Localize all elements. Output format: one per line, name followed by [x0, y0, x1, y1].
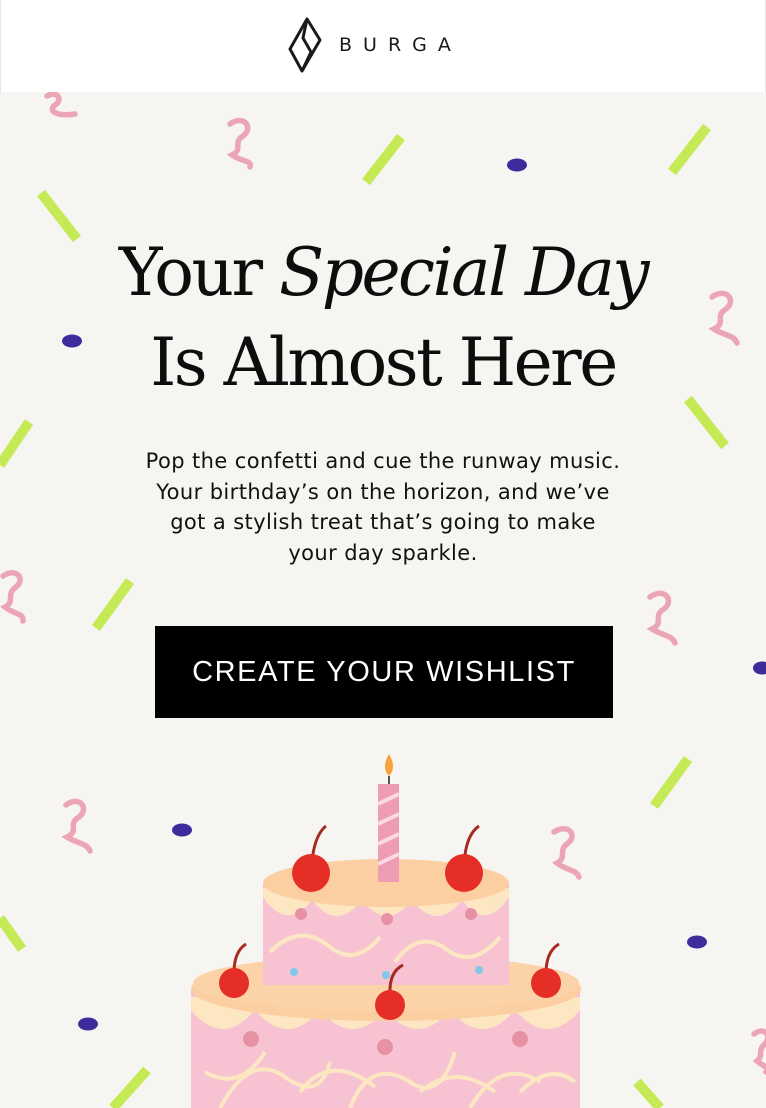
burga-diamond-logo-icon	[288, 17, 322, 73]
birthday-hero: Your Special Day Is Almost Here Pop the …	[0, 92, 766, 1108]
brand-name: BURGA	[339, 33, 462, 56]
email-page: BURGA Your Special Day Is Almost Here Po…	[0, 0, 766, 1108]
candle-flame	[385, 754, 393, 776]
birthday-cake-illustration	[191, 754, 581, 1108]
brand-logo[interactable]: BURGA	[287, 16, 462, 74]
email-header: BURGA	[0, 0, 766, 92]
